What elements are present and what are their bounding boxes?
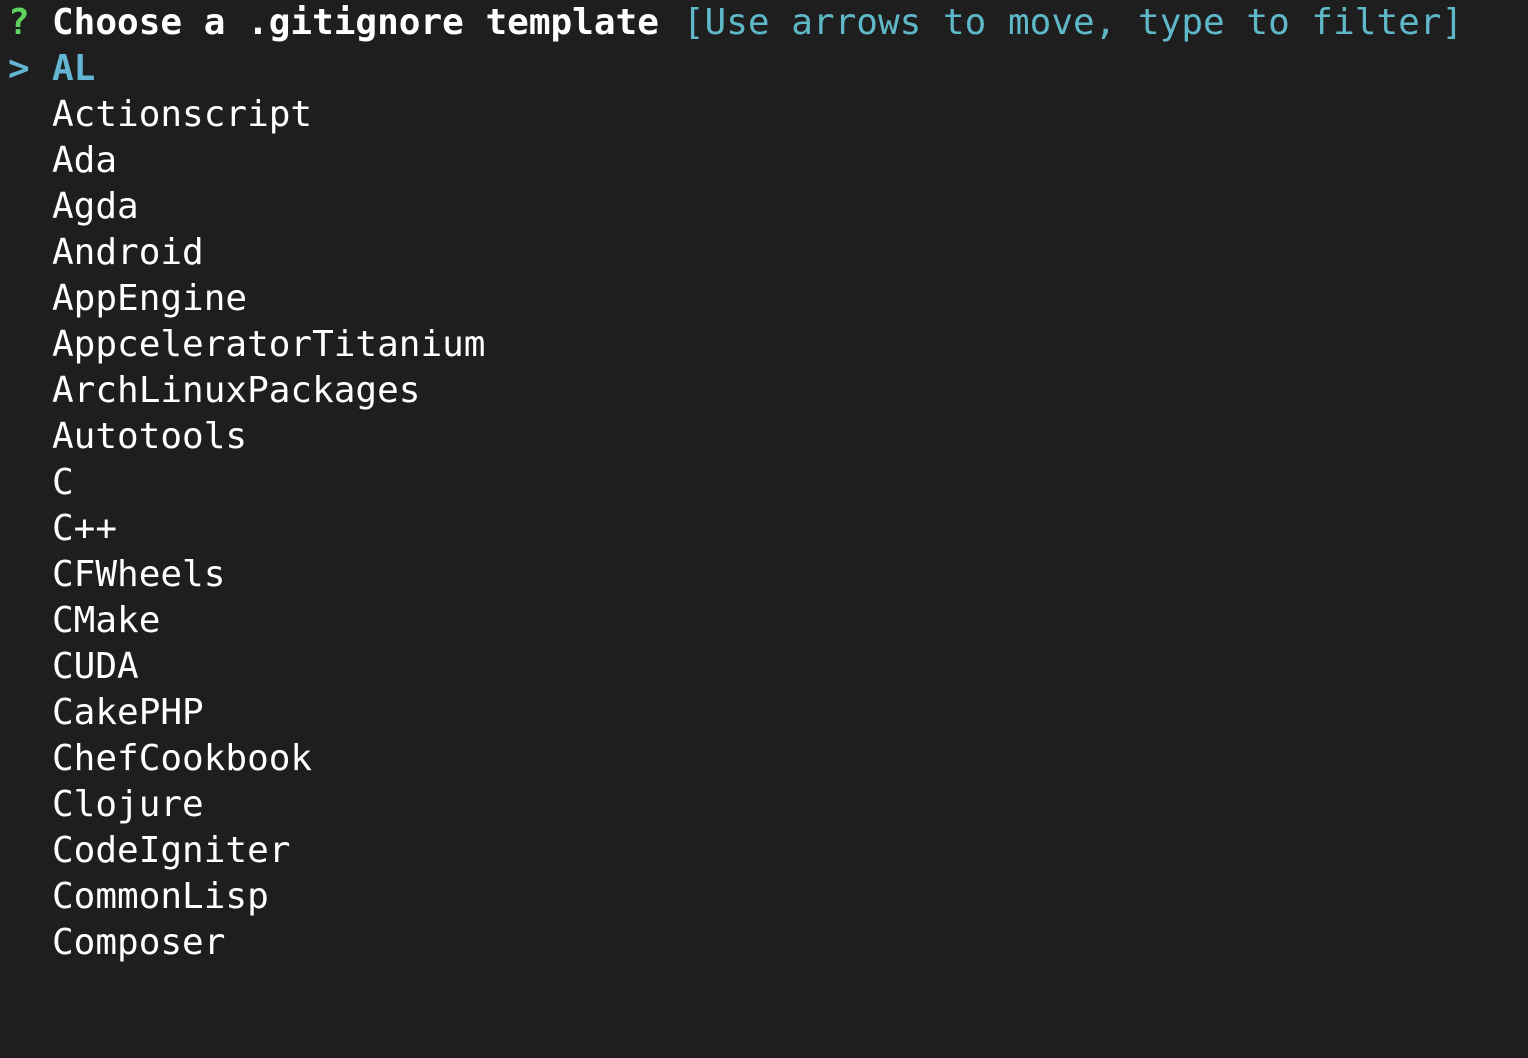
option-item-selected[interactable]: AL bbox=[52, 46, 95, 92]
option-item[interactable]: Composer bbox=[52, 920, 225, 966]
option-row-13[interactable]: CUDA bbox=[0, 644, 139, 690]
option-item[interactable]: Actionscript bbox=[52, 92, 312, 138]
option-row-16[interactable]: Clojure bbox=[0, 782, 204, 828]
option-item[interactable]: CFWheels bbox=[52, 552, 225, 598]
option-item[interactable]: Ada bbox=[52, 138, 117, 184]
option-row-1[interactable]: Actionscript bbox=[0, 92, 312, 138]
option-row-4[interactable]: Android bbox=[0, 230, 204, 276]
option-item[interactable]: Clojure bbox=[52, 782, 204, 828]
option-row-18[interactable]: CommonLisp bbox=[0, 874, 269, 920]
option-item[interactable]: Autotools bbox=[52, 414, 247, 460]
prompt-title: Choose a .gitignore template bbox=[52, 2, 659, 43]
option-row-15[interactable]: ChefCookbook bbox=[0, 736, 312, 782]
terminal-window: ? Choose a .gitignore template [Use arrow… bbox=[0, 0, 1528, 988]
option-row-10[interactable]: C++ bbox=[0, 506, 117, 552]
option-item[interactable]: C bbox=[52, 460, 74, 506]
selection-pointer-icon: > bbox=[8, 48, 30, 89]
option-item[interactable]: Android bbox=[52, 230, 204, 276]
option-item[interactable]: CakePHP bbox=[52, 690, 204, 736]
option-item[interactable]: Agda bbox=[52, 184, 139, 230]
option-row-2[interactable]: Ada bbox=[0, 138, 117, 184]
option-row-17[interactable]: CodeIgniter bbox=[0, 828, 290, 874]
option-item[interactable]: C++ bbox=[52, 506, 117, 552]
option-item[interactable]: CommonLisp bbox=[52, 874, 269, 920]
option-item[interactable]: ChefCookbook bbox=[52, 736, 312, 782]
option-row-11[interactable]: CFWheels bbox=[0, 552, 225, 598]
option-item[interactable]: AppEngine bbox=[52, 276, 247, 322]
option-row-6[interactable]: AppceleratorTitanium bbox=[0, 322, 485, 368]
option-row-8[interactable]: Autotools bbox=[0, 414, 247, 460]
option-row-19[interactable]: Composer bbox=[0, 920, 225, 966]
option-item[interactable]: CUDA bbox=[52, 644, 139, 690]
option-row-12[interactable]: CMake bbox=[0, 598, 160, 644]
prompt-text: Choose a .gitignore template [Use arrows … bbox=[52, 0, 1463, 46]
prompt-line: ? Choose a .gitignore template [Use arrow… bbox=[0, 0, 1463, 46]
option-item[interactable]: CMake bbox=[52, 598, 160, 644]
option-item[interactable]: CodeIgniter bbox=[52, 828, 290, 874]
option-row-9[interactable]: C bbox=[0, 460, 87, 506]
option-row-7[interactable]: ArchLinuxPackages bbox=[0, 368, 420, 414]
option-row-14[interactable]: CakePHP bbox=[0, 690, 204, 736]
option-item[interactable]: ArchLinuxPackages bbox=[52, 368, 420, 414]
prompt-hint: [Use arrows to move, type to filter] bbox=[682, 2, 1464, 43]
option-item[interactable]: AppceleratorTitanium bbox=[52, 322, 485, 368]
option-row-5[interactable]: AppEngine bbox=[0, 276, 247, 322]
option-row-3[interactable]: Agda bbox=[0, 184, 139, 230]
question-mark-icon: ? bbox=[8, 2, 30, 43]
option-row-0[interactable]: > AL bbox=[0, 46, 95, 92]
